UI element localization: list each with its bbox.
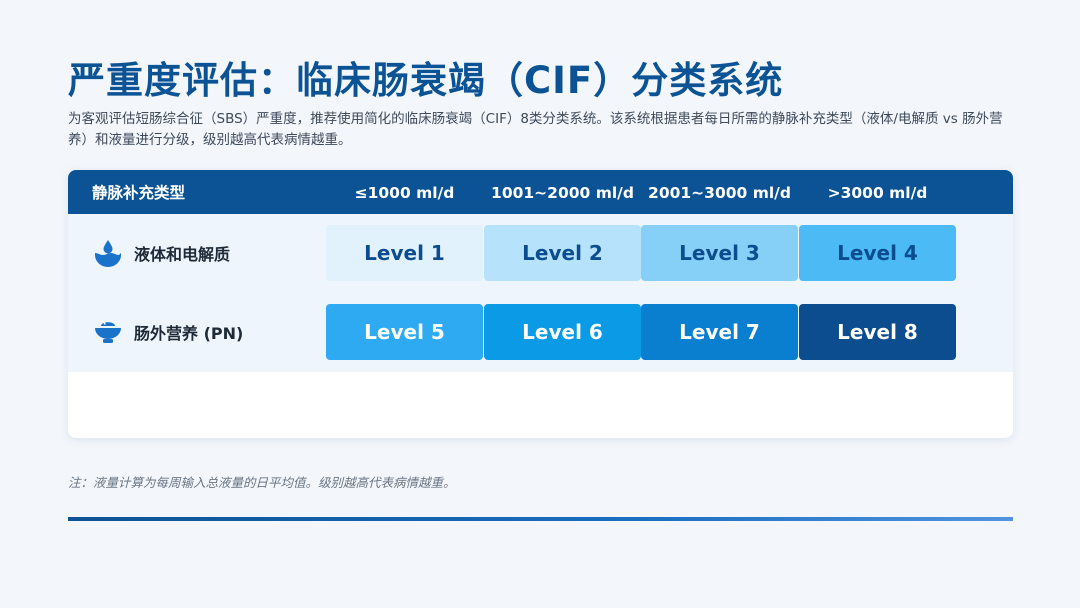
- classification-table: 静脉补充类型 ≤1000 ml/d 1001~2000 ml/d 2001~30…: [68, 170, 1013, 438]
- water-drop-icon: [95, 240, 121, 267]
- level-5-cell: Level 5: [326, 304, 483, 360]
- level-4-cell: Level 4: [799, 225, 956, 281]
- level-8-cell: Level 8: [799, 304, 956, 360]
- footer-accent-bar: [68, 517, 1013, 521]
- level-6-cell: Level 6: [484, 304, 641, 360]
- page-title: 严重度评估：临床肠衰竭（CIF）分类系统: [68, 59, 784, 102]
- page-subtitle: 为客观评估短肠综合征（SBS）严重度，推荐使用简化的临床肠衰竭（CIF）8类分类…: [68, 111, 1003, 148]
- table-header: 静脉补充类型 ≤1000 ml/d 1001~2000 ml/d 2001~30…: [68, 170, 1013, 214]
- row-label-text: 液体和电解质: [134, 245, 231, 264]
- level-7-cell: Level 7: [641, 304, 798, 360]
- level-3-cell: Level 3: [641, 225, 798, 281]
- footnote: 注：液量计算为每周输入总液量的日平均值。级别越高代表病情越重。: [68, 475, 456, 490]
- row-label-pn: 肠外营养 (PN): [92, 304, 243, 360]
- header-volume-2: 1001~2000 ml/d: [491, 184, 634, 202]
- header-volume-3: 2001~3000 ml/d: [648, 184, 791, 202]
- level-2-cell: Level 2: [484, 225, 641, 281]
- nutrition-bowl-icon: [95, 320, 121, 343]
- header-volume-4: >3000 ml/d: [827, 184, 928, 202]
- table-body: 液体和电解质 Level 1 Level 2 Level 3 Level 4 肠…: [68, 214, 1013, 372]
- header-type-label: 静脉补充类型: [92, 184, 186, 202]
- header-volume-1: ≤1000 ml/d: [354, 184, 455, 202]
- level-1-cell: Level 1: [326, 225, 483, 281]
- row-label-text: 肠外营养 (PN): [134, 324, 244, 343]
- row-label-fluids: 液体和电解质: [92, 225, 230, 281]
